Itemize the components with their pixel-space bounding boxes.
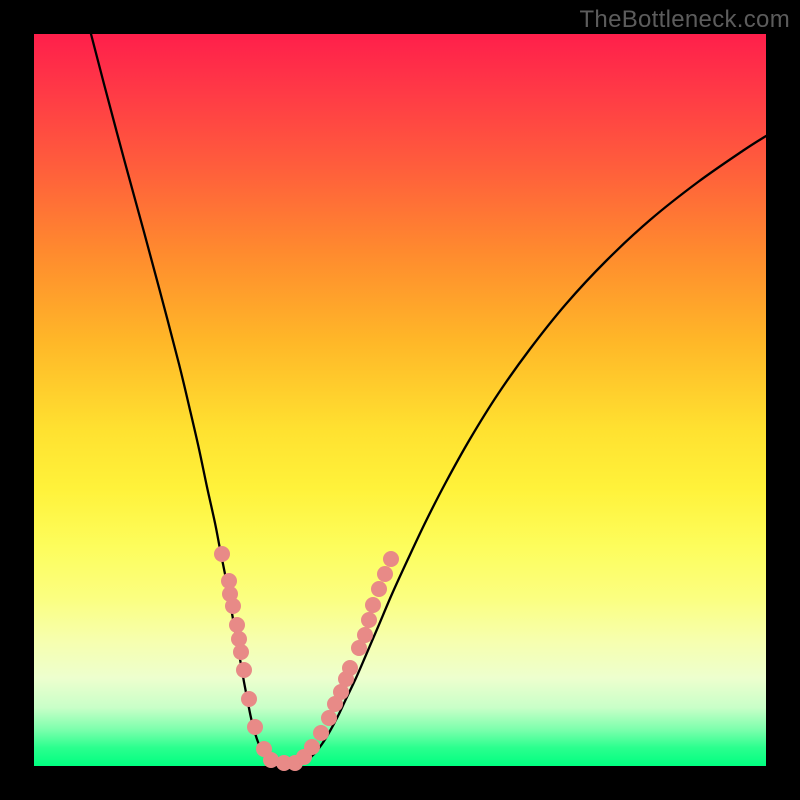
highlight-dot [241,691,257,707]
watermark-text: TheBottleneck.com [579,6,790,34]
chart-frame: TheBottleneck.com [0,0,800,800]
highlight-dot [229,617,245,633]
highlight-dot [247,719,263,735]
chart-overlay-svg [34,34,766,766]
highlight-dot [377,566,393,582]
highlight-dot [304,739,320,755]
highlight-dot [342,660,358,676]
highlight-dot [365,597,381,613]
highlight-dot [371,581,387,597]
chart-plot-area [34,34,766,766]
bottleneck-curve [91,34,766,765]
highlight-dot [236,662,252,678]
highlight-dot [225,598,241,614]
highlight-dot [383,551,399,567]
highlight-dot [321,710,337,726]
highlight-dot [361,612,377,628]
highlight-dot [233,644,249,660]
highlight-dot [357,627,373,643]
highlight-dot [214,546,230,562]
highlight-dot [313,725,329,741]
highlight-markers [214,546,399,771]
